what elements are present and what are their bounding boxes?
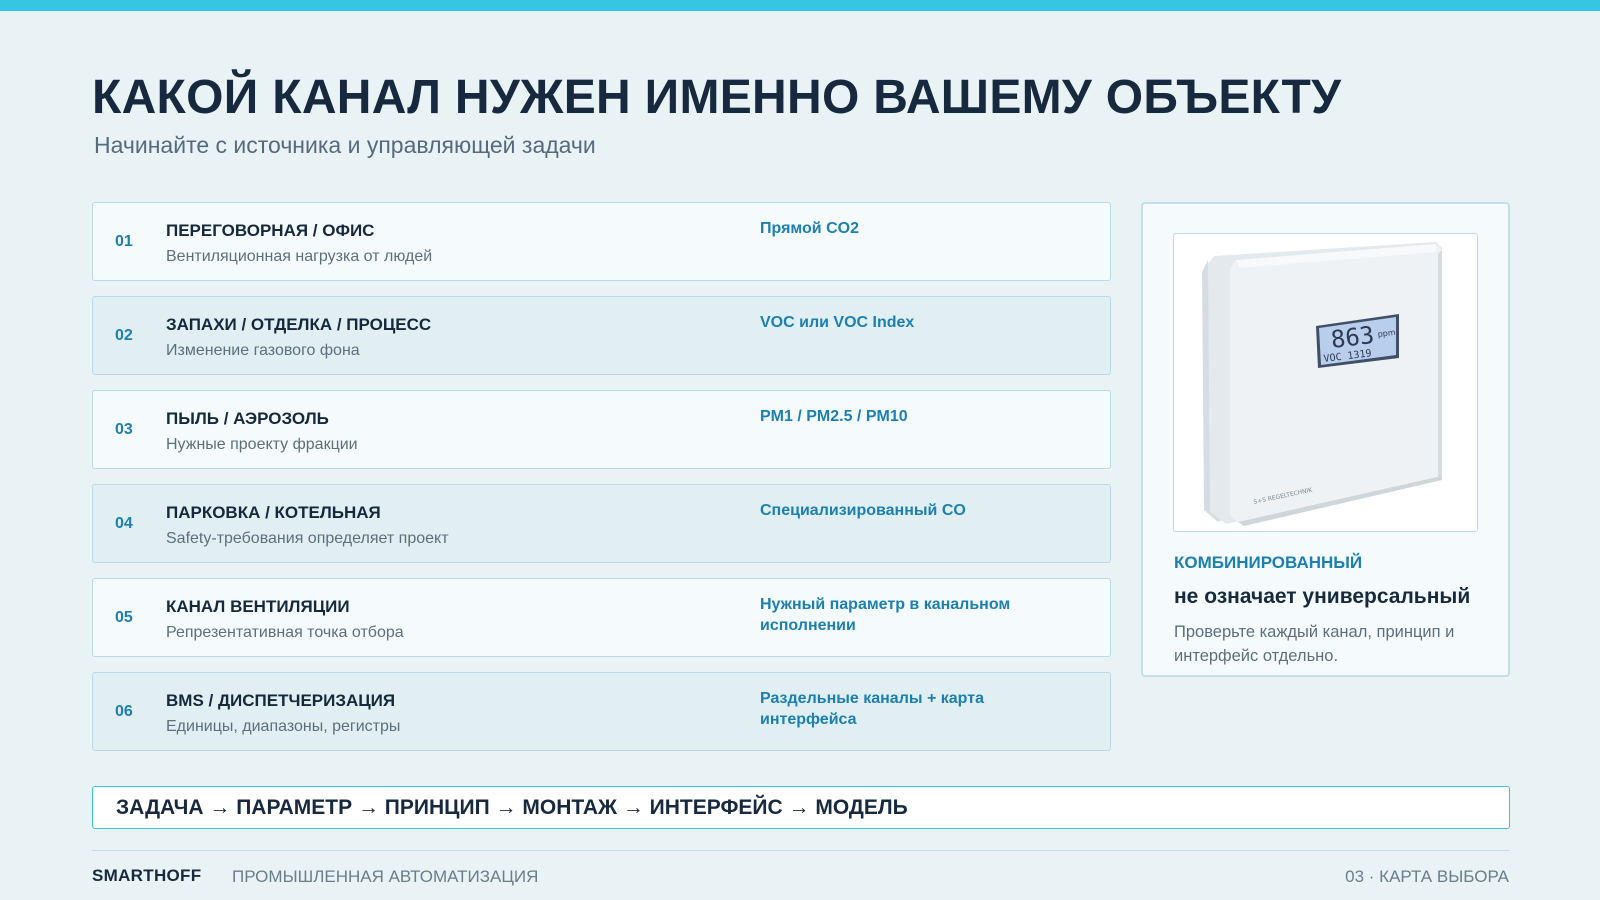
top-accent-bar xyxy=(0,0,1600,11)
scenario-row: 03 ПЫЛЬ / АЭРОЗОЛЬ Нужные проекту фракци… xyxy=(92,390,1111,469)
combined-sensor-card: 863 ppm VOC 1319 S+S REGELTECHNIK КОМБИН… xyxy=(1141,202,1510,677)
row-description: Вентиляционная нагрузка от людей xyxy=(166,248,433,265)
scenario-list: 01 ПЕРЕГОВОРНАЯ / ОФИС Вентиляционная на… xyxy=(92,202,1111,766)
scenario-row: 06 BMS / ДИСПЕТЧЕРИЗАЦИЯ Единицы, диапаз… xyxy=(92,672,1111,751)
page-subtitle: Начинайте с источника и управляющей зада… xyxy=(94,132,596,158)
row-number: 03 xyxy=(115,421,133,438)
scenario-row: 01 ПЕРЕГОВОРНАЯ / ОФИС Вентиляционная на… xyxy=(92,202,1111,281)
row-description: Нужные проекту фракции xyxy=(166,436,358,453)
row-title: BMS / ДИСПЕТЧЕРИЗАЦИЯ xyxy=(166,691,396,710)
row-description: Safety-требования определяет проект xyxy=(166,530,449,547)
row-title: ПАРКОВКА / КОТЕЛЬНАЯ xyxy=(166,503,381,522)
scenario-row: 04 ПАРКОВКА / КОТЕЛЬНАЯ Safety-требовани… xyxy=(92,484,1111,563)
row-title: ПЫЛЬ / АЭРОЗОЛЬ xyxy=(166,409,329,428)
card-label: КОМБИНИРОВАННЫЙ xyxy=(1174,553,1363,572)
brand-tagline: ПРОМЫШЛЕННАЯ АВТОМАТИЗАЦИЯ xyxy=(232,867,539,886)
row-recommendation: Раздельные каналы + карта интерфейса xyxy=(760,690,984,728)
row-recommendation: Нужный параметр в канальном исполнении xyxy=(760,596,1011,634)
row-description: Единицы, диапазоны, регистры xyxy=(166,718,401,735)
row-title: ПЕРЕГОВОРНАЯ / ОФИС xyxy=(166,221,375,240)
row-recommendation: Прямой CO2 xyxy=(760,220,859,237)
row-recommendation: Специализированный CO xyxy=(760,502,966,519)
row-number: 04 xyxy=(115,515,133,532)
page-label: 03 · КАРТА ВЫБОРА xyxy=(1345,867,1509,886)
row-number: 06 xyxy=(115,703,133,720)
row-recommendation: VOC или VOC Index xyxy=(760,314,915,331)
row-title: КАНАЛ ВЕНТИЛЯЦИИ xyxy=(166,597,350,616)
scenario-row: 05 КАНАЛ ВЕНТИЛЯЦИИ Репрезентативная точ… xyxy=(92,578,1111,657)
scenario-row: 02 ЗАПАХИ / ОТДЕЛКА / ПРОЦЕСС Изменение … xyxy=(92,296,1111,375)
row-description: Изменение газового фона xyxy=(166,342,360,359)
footer-divider xyxy=(92,850,1510,851)
card-text: Проверьте каждый канал, принцип и интерф… xyxy=(1174,623,1455,665)
row-number: 01 xyxy=(115,233,133,250)
row-number: 02 xyxy=(115,327,133,344)
card-heading: не означает универсальный xyxy=(1174,585,1471,608)
sensor-device-illustration: 863 ppm VOC 1319 S+S REGELTECHNIK xyxy=(1174,234,1477,531)
row-description: Репрезентативная точка отбора xyxy=(166,624,404,641)
page-title: КАКОЙ КАНАЛ НУЖЕН ИМЕННО ВАШЕМУ ОБЪЕКТУ xyxy=(92,71,1342,124)
sensor-product-image: 863 ppm VOC 1319 S+S REGELTECHNIK xyxy=(1173,233,1478,532)
row-recommendation: PM1 / PM2.5 / PM10 xyxy=(760,408,908,425)
brand-name: SMARTHOFF xyxy=(92,866,202,885)
selection-flow: ЗАДАЧА → ПАРАМЕТР → ПРИНЦИП → МОНТАЖ → И… xyxy=(92,786,1510,829)
row-number: 05 xyxy=(115,609,133,626)
row-title: ЗАПАХИ / ОТДЕЛКА / ПРОЦЕСС xyxy=(166,315,432,334)
